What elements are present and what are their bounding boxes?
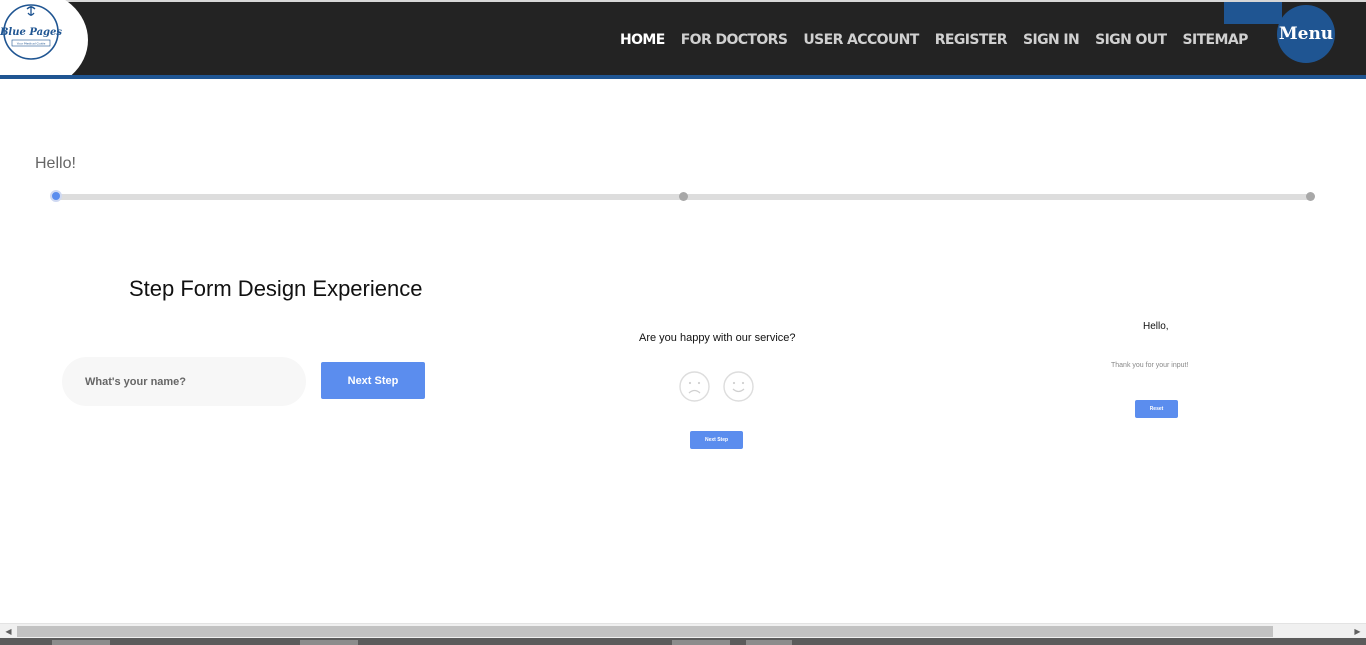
progress-step-3-dot[interactable] <box>1306 192 1315 201</box>
name-input[interactable] <box>62 357 306 406</box>
progress-greeting: Hello! <box>35 155 76 172</box>
nav-sign-in-link[interactable]: SIGN IN <box>1023 32 1080 48</box>
next-step-button[interactable]: Next Step <box>321 362 425 399</box>
horizontal-scrollbar[interactable]: ◀ ▶ <box>0 623 1366 638</box>
nav-user-account-link[interactable]: USER ACCOUNT <box>803 32 919 48</box>
nav-decorative-square <box>1224 2 1282 24</box>
happy-face-icon[interactable] <box>723 371 754 402</box>
final-greeting: Hello, <box>1143 321 1169 332</box>
scroll-left-arrow-icon[interactable]: ◀ <box>1 625 16 638</box>
main-nav: HOME FOR DOCTORS USER ACCOUNT REGISTER S… <box>620 32 1264 48</box>
logo-brand-text: Blue Pages <box>0 27 62 38</box>
sad-face-icon[interactable] <box>679 371 710 402</box>
thank-you-text: Thank you for your input! <box>1111 362 1189 369</box>
nav-home-link[interactable]: HOME <box>620 32 665 48</box>
logo-emblem-icon: Blue Pages Your Medical Guide <box>0 4 62 60</box>
progress-step-2-dot[interactable] <box>679 192 688 201</box>
progress-step-1-dot[interactable] <box>50 190 62 202</box>
taskbar-item[interactable] <box>746 640 792 645</box>
service-question: Are you happy with our service? <box>639 332 796 344</box>
scrollbar-thumb[interactable] <box>17 626 1273 637</box>
logo-tagline: Your Medical Guide <box>17 42 46 46</box>
navbar-accent-stripe <box>0 75 1366 79</box>
nav-sitemap-link[interactable]: SITEMAP <box>1183 32 1249 48</box>
nav-for-doctors-link[interactable]: FOR DOCTORS <box>681 32 788 48</box>
taskbar-item[interactable] <box>300 640 358 645</box>
nav-sign-out-link[interactable]: SIGN OUT <box>1095 32 1167 48</box>
step-form-title: Step Form Design Experience <box>129 276 423 301</box>
taskbar-item[interactable] <box>672 640 730 645</box>
next-step-button-2[interactable]: Next Step <box>690 431 743 449</box>
menu-button[interactable]: Menu <box>1277 5 1335 63</box>
nav-register-link[interactable]: REGISTER <box>935 32 1008 48</box>
top-navbar: Blue Pages Your Medical Guide HOME FOR D… <box>0 0 1366 90</box>
reset-button[interactable]: Reset <box>1135 400 1178 418</box>
scroll-right-arrow-icon[interactable]: ▶ <box>1350 625 1365 638</box>
taskbar-item[interactable] <box>52 640 110 645</box>
